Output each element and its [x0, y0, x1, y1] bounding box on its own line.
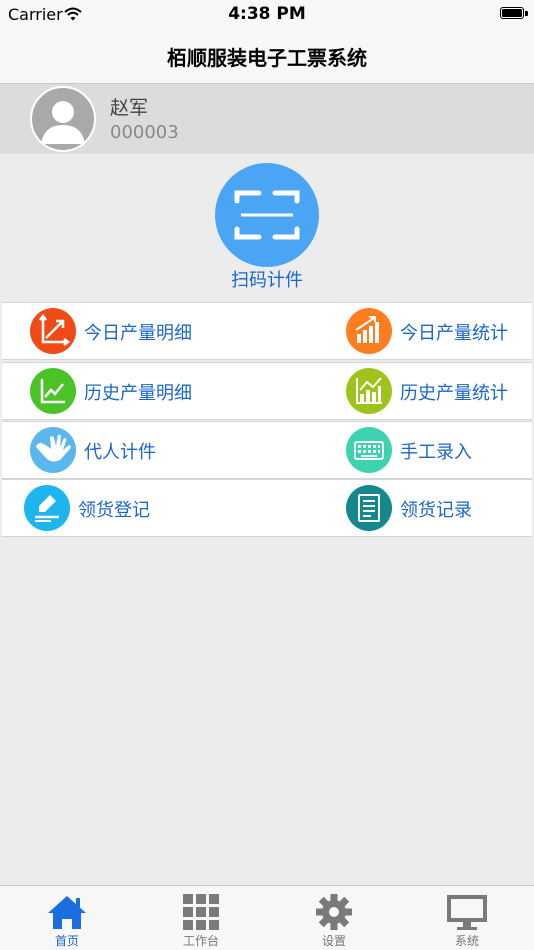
- tab-system[interactable]: 系统: [400, 886, 534, 950]
- menu-item-today-stats[interactable]: 今日产量统计: [272, 303, 532, 359]
- status-bar: Carrier 4:38 PM: [0, 0, 534, 28]
- menu-item-history-stats[interactable]: 历史产量统计: [272, 363, 532, 419]
- battery-tip: [525, 11, 528, 16]
- menu-item-label: 领货记录: [400, 500, 472, 521]
- menu-row-2: 历史产量明细 历史产量统计: [2, 362, 532, 420]
- menu-item-today-detail[interactable]: 今日产量明细: [2, 303, 262, 359]
- bar-chart-icon: [346, 308, 392, 354]
- navigation-bar: 栢顺服装电子工票系统: [0, 28, 534, 84]
- battery-icon: [500, 7, 524, 19]
- menu-item-label: 领货登记: [78, 500, 150, 521]
- menu-item-history-detail[interactable]: 历史产量明细: [2, 363, 262, 419]
- home-icon: [48, 896, 86, 929]
- line-chart-icon: [30, 368, 76, 414]
- menu-item-pickup-records[interactable]: 领货记录: [272, 480, 532, 536]
- tab-workbench[interactable]: 工作台: [134, 886, 268, 950]
- user-name: 赵军: [110, 97, 149, 119]
- user-id: 000003: [110, 122, 179, 143]
- menu-item-label: 手工录入: [400, 442, 472, 463]
- menu-item-pickup-register[interactable]: 领货登记: [2, 480, 262, 536]
- tab-label: 系统: [454, 934, 479, 948]
- menu-item-label: 历史产量统计: [400, 383, 508, 404]
- menu-row-1: 今日产量明细 今日产量统计: [2, 302, 532, 360]
- tab-label: 设置: [321, 934, 346, 948]
- sign-pen-icon: [24, 485, 70, 531]
- user-silhouette-icon: [41, 101, 85, 144]
- user-panel: 赵军 000003: [0, 84, 534, 154]
- tab-label: 工作台: [182, 934, 219, 948]
- menu-row-3: 代人计件 手工录入: [2, 421, 532, 479]
- page-title: 栢顺服装电子工票系统: [167, 46, 367, 70]
- scan-button[interactable]: [215, 163, 319, 267]
- menu-item-manual-entry[interactable]: 手工录入: [272, 422, 532, 478]
- hand-icon: [30, 427, 76, 473]
- monitor-icon: [447, 895, 487, 930]
- menu-item-label: 今日产量明细: [84, 323, 192, 344]
- status-time: 4:38 PM: [228, 4, 306, 24]
- gear-icon: [316, 894, 352, 930]
- tab-label: 首页: [54, 934, 79, 948]
- menu-item-label: 代人计件: [84, 442, 156, 463]
- menu-item-label: 历史产量明细: [84, 383, 192, 404]
- keyboard-icon: [346, 427, 392, 473]
- menu-item-proxy-count[interactable]: 代人计件: [2, 422, 262, 478]
- avatar[interactable]: [30, 86, 96, 152]
- bar-chart-icon: [346, 368, 392, 414]
- tab-bar: 首页 工作台 设置 系统: [0, 885, 534, 950]
- grid-icon: [183, 894, 219, 930]
- tab-settings[interactable]: 设置: [267, 886, 401, 950]
- menu-item-label: 今日产量统计: [400, 323, 508, 344]
- chart-axis-icon: [30, 308, 76, 354]
- menu-row-4: 领货登记 领货记录: [2, 479, 532, 537]
- document-icon: [346, 485, 392, 531]
- tab-home[interactable]: 首页: [0, 886, 134, 950]
- scan-frame-icon: [234, 190, 300, 240]
- scan-label[interactable]: 扫码计件: [0, 266, 534, 292]
